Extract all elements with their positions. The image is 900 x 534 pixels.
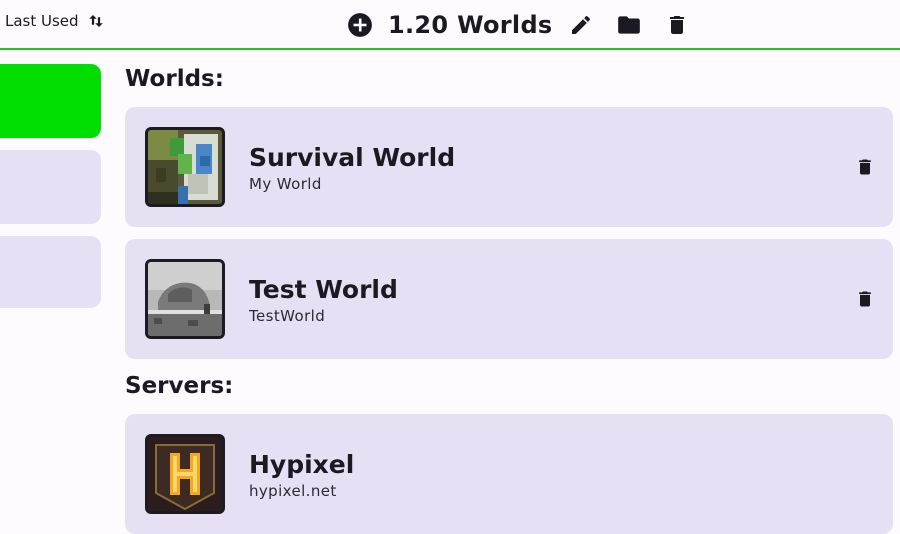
title-group: 1.20 Worlds [346, 9, 691, 41]
page-title: 1.20 Worlds [388, 11, 553, 39]
world-card[interactable]: Survival World My World [125, 107, 893, 227]
trash-icon[interactable] [663, 11, 691, 39]
world-thumbnail [145, 127, 225, 207]
top-bar: Last Used 1.20 Worlds [0, 0, 900, 50]
sidebar-tab-active[interactable] [0, 64, 101, 138]
world-folder: TestWorld [249, 307, 326, 325]
folder-icon[interactable] [615, 11, 643, 39]
edit-icon[interactable] [567, 11, 595, 39]
sidebar-tab[interactable] [0, 236, 101, 308]
server-name: Hypixel [249, 450, 355, 479]
worlds-heading: Worlds: [125, 66, 224, 92]
sidebar-tab[interactable] [0, 150, 101, 224]
world-thumbnail-image [148, 262, 222, 336]
server-thumbnail [145, 434, 225, 514]
servers-heading: Servers: [125, 373, 234, 399]
server-card[interactable]: Hypixel hypixel.net [125, 414, 893, 534]
sort-button[interactable]: Last Used [5, 12, 105, 30]
add-icon[interactable] [346, 11, 374, 39]
sort-icon [88, 15, 103, 27]
world-thumbnail [145, 259, 225, 339]
server-address: hypixel.net [249, 482, 337, 500]
world-name: Test World [249, 275, 398, 304]
trash-icon[interactable] [855, 288, 875, 310]
hypixel-logo-icon [148, 437, 222, 511]
world-name: Survival World [249, 143, 456, 172]
world-folder: My World [249, 175, 322, 193]
world-thumbnail-image [148, 130, 222, 204]
sort-label: Last Used [5, 12, 79, 30]
trash-icon[interactable] [855, 156, 875, 178]
world-card[interactable]: Test World TestWorld [125, 239, 893, 359]
